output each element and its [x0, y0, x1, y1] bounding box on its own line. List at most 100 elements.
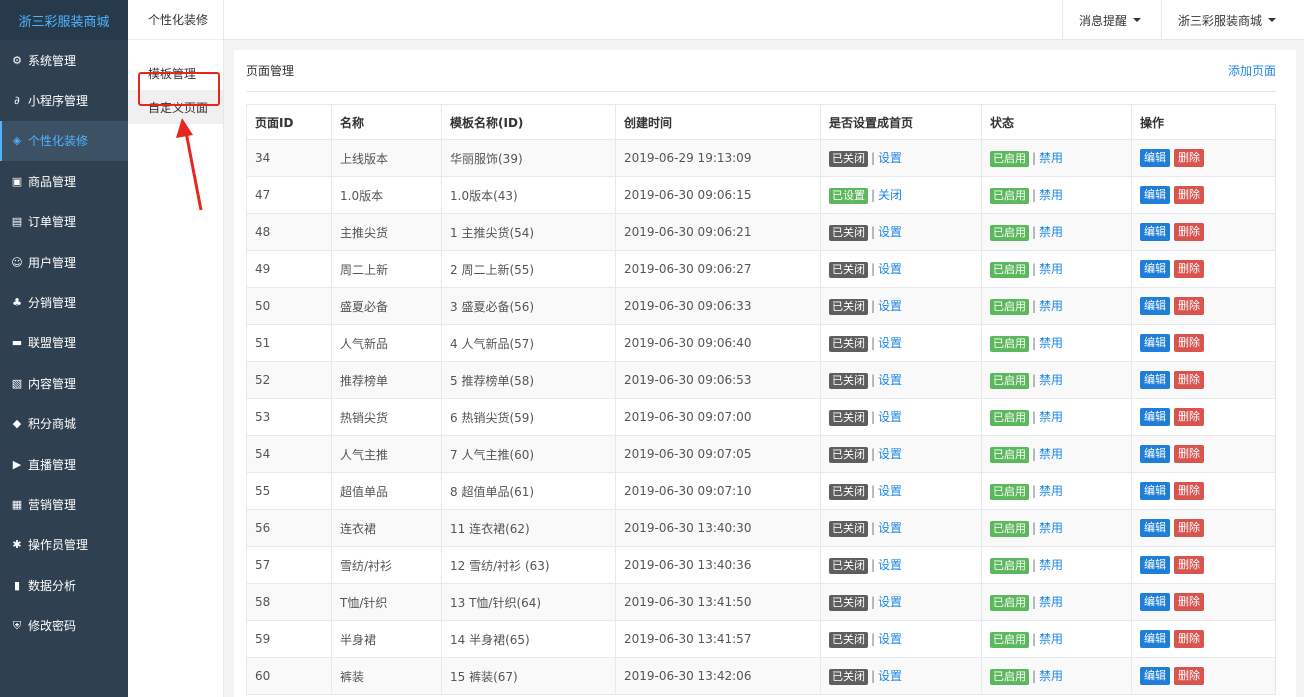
- status-toggle-link[interactable]: 禁用: [1039, 225, 1063, 239]
- sidebar-item-8[interactable]: ▧ 内容管理: [0, 363, 128, 403]
- homepage-toggle-link[interactable]: 设置: [878, 632, 902, 646]
- edit-button[interactable]: 编辑: [1140, 297, 1170, 315]
- status-toggle-link[interactable]: 禁用: [1039, 521, 1063, 535]
- sidebar-item-12[interactable]: ✱ 操作员管理: [0, 525, 128, 565]
- delete-button[interactable]: 删除: [1174, 334, 1204, 352]
- delete-button[interactable]: 删除: [1174, 667, 1204, 685]
- delete-button[interactable]: 删除: [1174, 149, 1204, 167]
- account-dropdown[interactable]: 浙三彩服装商城: [1161, 0, 1304, 40]
- homepage-toggle-link[interactable]: 关闭: [878, 188, 902, 202]
- homepage-toggle-link[interactable]: 设置: [878, 299, 902, 313]
- delete-button[interactable]: 删除: [1174, 519, 1204, 537]
- separator: |: [1032, 188, 1037, 202]
- notifications-label: 消息提醒: [1079, 13, 1128, 28]
- notifications-dropdown[interactable]: 消息提醒: [1062, 0, 1160, 40]
- edit-button[interactable]: 编辑: [1140, 223, 1170, 241]
- sub-nav-item-custom-page[interactable]: 自定义页面: [128, 90, 223, 124]
- status-toggle-link[interactable]: 禁用: [1039, 410, 1063, 424]
- status-toggle-link[interactable]: 禁用: [1039, 447, 1063, 461]
- homepage-toggle-link[interactable]: 设置: [878, 484, 902, 498]
- edit-button[interactable]: 编辑: [1140, 260, 1170, 278]
- sidebar-item-label: 积分商城: [28, 417, 77, 432]
- status-toggle-link[interactable]: 禁用: [1039, 595, 1063, 609]
- table-row: 47 1.0版本 1.0版本(43) 2019-06-30 09:06:15 已设置 | 关…: [246, 176, 1276, 214]
- sidebar-item-0[interactable]: ⚙ 系统管理: [0, 40, 128, 80]
- status-toggle-link[interactable]: 禁用: [1039, 336, 1063, 350]
- edit-button[interactable]: 编辑: [1140, 667, 1170, 685]
- homepage-toggle-link[interactable]: 设置: [878, 262, 902, 276]
- sub-nav-item-template-manage[interactable]: 模板管理: [128, 56, 223, 90]
- homepage-toggle-link[interactable]: 设置: [878, 373, 902, 387]
- delete-button[interactable]: 删除: [1174, 223, 1204, 241]
- status-toggle-link[interactable]: 禁用: [1039, 188, 1063, 202]
- separator: |: [1032, 521, 1037, 535]
- edit-button[interactable]: 编辑: [1140, 149, 1170, 167]
- sidebar-item-10[interactable]: ▶ 直播管理: [0, 444, 128, 484]
- edit-button[interactable]: 编辑: [1140, 445, 1170, 463]
- cell-template: 6 热销尖货(59): [441, 398, 616, 436]
- delete-button[interactable]: 删除: [1174, 371, 1204, 389]
- brand-title[interactable]: 浙三彩服装商城: [0, 0, 128, 40]
- separator: |: [871, 262, 876, 276]
- status-badge: 已启用: [990, 373, 1029, 389]
- edit-button[interactable]: 编辑: [1140, 630, 1170, 648]
- edit-button[interactable]: 编辑: [1140, 186, 1170, 204]
- sidebar-item-3[interactable]: ▣ 商品管理: [0, 161, 128, 201]
- sidebar-item-9[interactable]: ◆ 积分商城: [0, 404, 128, 444]
- homepage-toggle-link[interactable]: 设置: [878, 558, 902, 572]
- homepage-toggle-link[interactable]: 设置: [878, 669, 902, 683]
- homepage-toggle-link[interactable]: 设置: [878, 151, 902, 165]
- cell-status: 已启用 | 禁用: [981, 435, 1132, 473]
- edit-button[interactable]: 编辑: [1140, 408, 1170, 426]
- homepage-toggle-link[interactable]: 设置: [878, 336, 902, 350]
- status-toggle-link[interactable]: 禁用: [1039, 262, 1063, 276]
- status-toggle-link[interactable]: 禁用: [1039, 669, 1063, 683]
- edit-button[interactable]: 编辑: [1140, 371, 1170, 389]
- delete-button[interactable]: 删除: [1174, 482, 1204, 500]
- cell-status: 已启用 | 禁用: [981, 176, 1132, 214]
- status-toggle-link[interactable]: 禁用: [1039, 632, 1063, 646]
- homepage-toggle-link[interactable]: 设置: [878, 410, 902, 424]
- sidebar-item-5[interactable]: ☺ 用户管理: [0, 242, 128, 282]
- homepage-toggle-link[interactable]: 设置: [878, 595, 902, 609]
- status-toggle-link[interactable]: 禁用: [1039, 558, 1063, 572]
- status-toggle-link[interactable]: 禁用: [1039, 484, 1063, 498]
- homepage-badge: 已关闭: [829, 558, 868, 574]
- sidebar-item-1[interactable]: ∂ 小程序管理: [0, 80, 128, 120]
- homepage-toggle-link[interactable]: 设置: [878, 225, 902, 239]
- store-icon: ▬: [11, 336, 23, 350]
- edit-button[interactable]: 编辑: [1140, 334, 1170, 352]
- cell-name: 1.0版本: [331, 176, 442, 214]
- cell-page-id: 58: [246, 583, 332, 621]
- edit-button[interactable]: 编辑: [1140, 556, 1170, 574]
- sidebar-item-4[interactable]: ▤ 订单管理: [0, 202, 128, 242]
- add-page-link[interactable]: 添加页面: [1228, 62, 1276, 79]
- homepage-toggle-link[interactable]: 设置: [878, 447, 902, 461]
- status-toggle-link[interactable]: 禁用: [1039, 151, 1063, 165]
- edit-button[interactable]: 编辑: [1140, 593, 1170, 611]
- cell-homepage: 已关闭 | 设置: [820, 250, 982, 288]
- sidebar-item-6[interactable]: ♣ 分销管理: [0, 282, 128, 322]
- delete-button[interactable]: 删除: [1174, 186, 1204, 204]
- sidebar-item-label: 用户管理: [28, 255, 77, 270]
- delete-button[interactable]: 删除: [1174, 630, 1204, 648]
- table-row: 55 超值单品 8 超值单品(61) 2019-06-30 09:07:10 已关闭 | 设…: [246, 472, 1276, 510]
- sidebar-item-14[interactable]: ⛨ 修改密码: [0, 605, 128, 645]
- homepage-toggle-link[interactable]: 设置: [878, 521, 902, 535]
- sidebar-item-7[interactable]: ▬ 联盟管理: [0, 323, 128, 363]
- edit-button[interactable]: 编辑: [1140, 482, 1170, 500]
- cell-actions: 编辑 删除: [1131, 509, 1276, 547]
- sidebar-item-2[interactable]: ◈ 个性化装修: [0, 120, 128, 162]
- sidebar-item-11[interactable]: ▦ 营销管理: [0, 484, 128, 524]
- status-toggle-link[interactable]: 禁用: [1039, 373, 1063, 387]
- edit-button[interactable]: 编辑: [1140, 519, 1170, 537]
- delete-button[interactable]: 删除: [1174, 556, 1204, 574]
- status-toggle-link[interactable]: 禁用: [1039, 299, 1063, 313]
- delete-button[interactable]: 删除: [1174, 445, 1204, 463]
- delete-button[interactable]: 删除: [1174, 260, 1204, 278]
- sidebar-item-label: 内容管理: [28, 376, 77, 391]
- delete-button[interactable]: 删除: [1174, 408, 1204, 426]
- delete-button[interactable]: 删除: [1174, 297, 1204, 315]
- delete-button[interactable]: 删除: [1174, 593, 1204, 611]
- sidebar-item-13[interactable]: ▮ 数据分析: [0, 565, 128, 605]
